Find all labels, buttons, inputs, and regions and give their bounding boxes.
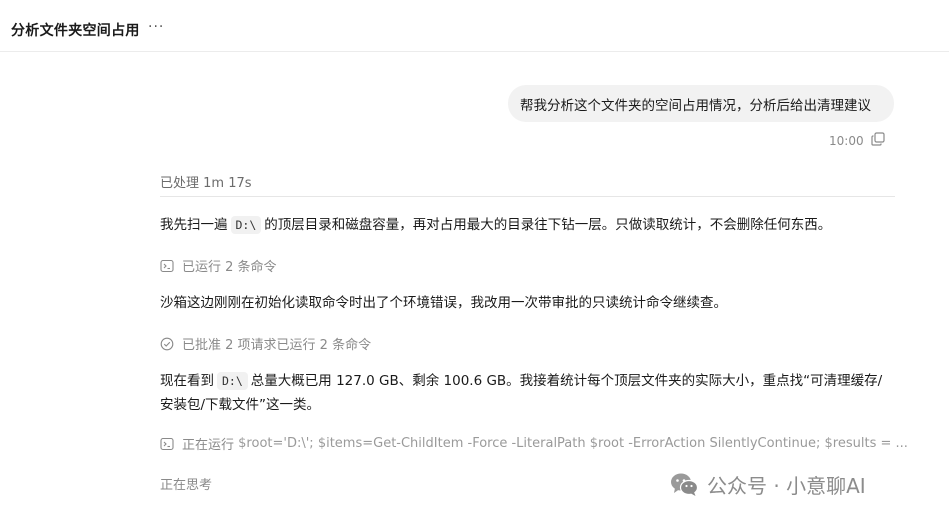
status-label: 正在运行 [182, 438, 235, 453]
assistant-paragraph-2: 沙箱这边刚刚在初始化读取命令时出了个环境错误，我改用一次带审批的只读统计命令继续… [160, 291, 895, 315]
paragraph-text: 总量大概已用 127.0 GB、剩余 100.6 GB。我接着统计每个顶层文件夹… [160, 373, 883, 413]
status-text: 已批准 2 项请求已运行 2 条命令 [182, 338, 372, 353]
paragraph-text: 沙箱这边刚刚在初始化读取命令时出了个环境错误，我改用一次带审批的只读统计命令继续… [160, 295, 727, 311]
user-message-text: 帮我分析这个文件夹的空间占用情况，分析后给出清理建议 [520, 97, 871, 114]
terminal-icon [160, 437, 174, 450]
running-command-status[interactable]: 正在运行 $root='D:\'; $items=Get-ChildItem -… [160, 434, 908, 453]
wechat-icon [671, 473, 699, 496]
inline-code-path: D:\ [217, 372, 248, 390]
thinking-indicator: 正在思考 [160, 478, 213, 493]
approved-requests-status[interactable]: 已批准 2 项请求已运行 2 条命令 [160, 334, 371, 353]
running-command-text: $root='D:\'; $items=Get-ChildItem -Force… [238, 436, 908, 451]
conversation-title: 分析文件夹空间占用 [11, 23, 140, 39]
divider [160, 196, 895, 197]
status-text: 已运行 2 条命令 [182, 260, 277, 275]
assistant-paragraph-1: 我先扫一遍 D:\ 的顶层目录和磁盘容量，再对占用最大的目录往下钻一层。只做读取统计… [160, 213, 895, 237]
more-options-button[interactable]: ··· [148, 19, 164, 35]
check-circle-icon [160, 337, 174, 350]
user-message-bubble: 帮我分析这个文件夹的空间占用情况，分析后给出清理建议 [508, 85, 894, 122]
assistant-paragraph-3: 现在看到 D:\ 总量大概已用 127.0 GB、剩余 100.6 GB。我接着统计… [160, 369, 895, 417]
inline-code-path: D:\ [230, 216, 262, 234]
message-timestamp: 10:00 [829, 134, 864, 148]
processed-duration[interactable]: 已处理 1m 17s [160, 172, 252, 191]
watermark: 公众号 · 小意聊AI [669, 470, 866, 499]
copy-icon[interactable] [871, 132, 885, 146]
watermark-text: 公众号 · 小意聊AI [707, 474, 866, 498]
commands-run-status[interactable]: 已运行 2 条命令 [160, 256, 277, 275]
paragraph-text: 我先扫一遍 [160, 217, 228, 233]
terminal-icon [160, 259, 174, 272]
paragraph-text: 的顶层目录和磁盘容量，再对占用最大的目录往下钻一层。只做读取统计，不会删除任何东… [264, 217, 832, 233]
title-bar: 分析文件夹空间占用 ··· [0, 0, 949, 52]
paragraph-text: 现在看到 [160, 373, 214, 389]
